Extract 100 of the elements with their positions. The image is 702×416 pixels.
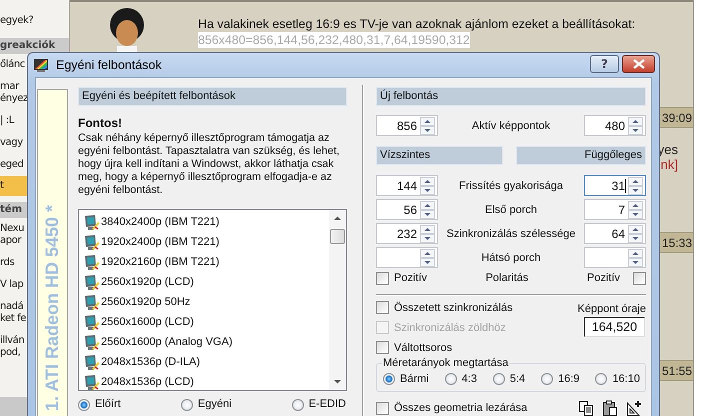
checkbox[interactable]	[376, 301, 389, 314]
radio-button[interactable]	[383, 373, 395, 386]
timestamp: 39:09	[662, 110, 692, 124]
spin-up-button[interactable]	[628, 200, 643, 210]
spin-up-button[interactable]	[420, 116, 435, 126]
sidebar-text[interactable]: rds	[0, 257, 14, 269]
sidebar-text[interactable]: illván	[0, 335, 24, 347]
sidebar-text[interactable]: ket fe	[0, 313, 26, 325]
spin-up-button[interactable]	[420, 176, 435, 186]
radio-label: E-EDID	[308, 398, 346, 411]
sidebar-text[interactable]: őlánc	[0, 59, 25, 71]
link[interactable]: nk]	[660, 157, 678, 172]
checkbox-label: Összes geometria lezárása	[394, 401, 528, 415]
sidebar-text[interactable]: pod,	[0, 347, 20, 359]
list-item[interactable]: 2560x1920p (LCD)	[83, 272, 196, 292]
spin-up-button[interactable]	[420, 248, 435, 258]
radio-button[interactable]	[292, 398, 304, 410]
scrollbar-thumb[interactable]	[330, 229, 345, 244]
radio-button[interactable]	[78, 398, 90, 410]
spin-down-button[interactable]	[420, 126, 435, 134]
radio-button[interactable]	[492, 373, 505, 386]
monitor-icon	[83, 314, 100, 330]
spin-box[interactable]: 856	[376, 115, 438, 136]
adapter-label: 1. ATI Radeon HD 5450 *	[42, 204, 63, 413]
paste-icon[interactable]	[602, 400, 618, 416]
spin-up-button[interactable]	[628, 248, 643, 258]
spin-down-button[interactable]	[420, 258, 435, 266]
radio-button[interactable]	[595, 373, 608, 386]
spin-box[interactable]: 232	[376, 223, 438, 244]
sidebar-text[interactable]: ényez	[0, 93, 28, 105]
spin-box[interactable]: 7	[584, 199, 646, 220]
help-button[interactable]: ?	[590, 55, 619, 73]
checkbox[interactable]	[376, 272, 389, 285]
close-button[interactable]	[622, 55, 655, 73]
spin-down-button[interactable]	[420, 186, 435, 194]
list-item[interactable]: 1920x2400p (IBM T221)	[83, 232, 222, 252]
sidebar-text[interactable]: eged	[0, 159, 24, 171]
checkbox[interactable]	[376, 402, 389, 414]
spin-up-button[interactable]	[628, 176, 643, 186]
monitor-icon	[83, 274, 100, 290]
checkbox[interactable]	[376, 341, 389, 354]
sidebar-text[interactable]: egyek?	[0, 15, 34, 27]
sidebar-text[interactable]: vagy	[0, 137, 23, 149]
header-text: tém	[0, 204, 22, 216]
checkbox[interactable]	[633, 272, 646, 285]
spin-down-button[interactable]	[628, 258, 643, 266]
spin-box[interactable]: 144	[376, 175, 438, 196]
list-item[interactable]: 2560x1920p 50Hz	[83, 292, 192, 312]
spin-up-button[interactable]	[420, 224, 435, 234]
spin-down-button[interactable]	[628, 186, 643, 194]
section-header: Új felbontás	[376, 87, 646, 106]
list-item[interactable]: 2560x1600p (Analog VGA)	[83, 332, 234, 352]
spin-down-button[interactable]	[420, 234, 435, 242]
radio-label: Egyéni	[198, 398, 232, 411]
spin-box[interactable]: 31	[584, 175, 646, 196]
radio-label: Bármi	[400, 372, 429, 386]
radio-button[interactable]	[180, 398, 193, 410]
monitor-icon	[83, 234, 100, 250]
timestamp: 51:55	[662, 364, 692, 378]
list-item[interactable]: 2048x1536p (LCD)	[83, 372, 196, 392]
notice-title: Fontos!	[78, 116, 123, 130]
monitor-icon	[83, 374, 100, 390]
spin-up-button[interactable]	[628, 116, 643, 126]
field-label: Aktív képpontok	[470, 120, 552, 132]
spin-up-button[interactable]	[628, 224, 643, 234]
notice-text: Csak néhány képernyő illesztőprogram támogatja az egyéni felbontást. Tapasztalatra van szükség, és lehet, hogy újra kell indítani a Windowst, akkor láthatja csak meg, hogy a képernyő illesztőprogram elfogadja-e az egyéni felbontást.	[78, 132, 340, 197]
monitor-icon	[83, 334, 100, 350]
sidebar-text[interactable]: apor	[0, 235, 22, 247]
monitor-icon	[83, 294, 100, 310]
group-title: Méretarányok megtartása	[382, 356, 510, 370]
list-item[interactable]: 3840x2400p (IBM T221)	[83, 212, 222, 232]
list-item[interactable]: 2560x1600p (LCD)	[83, 312, 196, 332]
spin-down-button[interactable]	[420, 210, 435, 218]
section-header: Egyéni és beépített felbontások	[78, 87, 347, 106]
spin-up-button[interactable]	[420, 200, 435, 210]
pixel-clock-field[interactable]: 164,520	[584, 316, 645, 337]
header-text: t	[0, 180, 4, 192]
radio-button[interactable]	[444, 373, 457, 386]
field-label: Polaritás	[484, 272, 530, 284]
spin-box[interactable]: 480	[584, 115, 646, 136]
spin-down-button[interactable]	[628, 210, 643, 218]
copy-icon[interactable]	[578, 400, 594, 416]
spin-down-button[interactable]	[628, 234, 643, 242]
radio-button[interactable]	[541, 373, 554, 386]
sidebar-text[interactable]: nadá	[0, 301, 24, 313]
sidebar-text[interactable]: V lap	[0, 279, 24, 291]
spin-box[interactable]: 64	[584, 223, 646, 244]
scrollbar[interactable]	[329, 210, 346, 390]
list-item[interactable]: 1920x2160p (IBM T221)	[83, 252, 222, 272]
checkbox-label: Összetett szinkronizálás	[394, 300, 513, 315]
sidebar-text[interactable]: Nexu	[0, 223, 24, 235]
spin-down-button[interactable]	[628, 126, 643, 134]
sidebar-text[interactable]: mar	[0, 81, 19, 93]
checkbox-label: Szinkronizálás zöldhöz	[394, 320, 506, 335]
radio-label: 4:3	[462, 372, 477, 386]
list-item[interactable]: 2048x1536p (D-ILA)	[83, 352, 202, 372]
checkbox-label: Váltottsoros	[394, 340, 452, 355]
spin-box[interactable]: 56	[376, 199, 438, 220]
radio-label: Előírt	[95, 398, 121, 411]
sidebar-text[interactable]: | :L	[0, 115, 14, 127]
